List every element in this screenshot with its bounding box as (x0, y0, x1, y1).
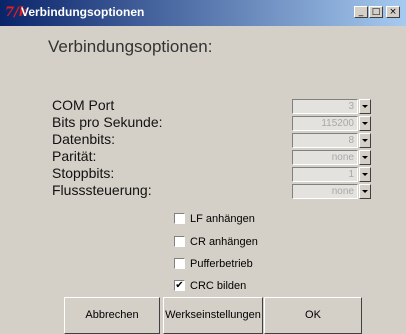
stop-bits-select[interactable]: 1 (292, 167, 372, 182)
buffer-mode-checkbox[interactable] (174, 258, 185, 269)
window-title: Verbindungsoptionen (21, 5, 145, 19)
lf-append-label[interactable]: LF anhängen (190, 212, 255, 226)
baud-rate-select[interactable]: 115200 (292, 116, 372, 131)
crc-checkbox[interactable]: ✔ (174, 280, 185, 291)
flow-control-dropdown-button[interactable] (359, 184, 371, 199)
stop-bits-value[interactable]: 1 (292, 167, 358, 182)
cr-append-checkbox[interactable] (174, 236, 185, 247)
stop-bits-dropdown-button[interactable] (359, 167, 371, 182)
chevron-down-icon (362, 139, 368, 142)
com-port-dropdown-button[interactable] (359, 99, 371, 114)
flow-control-value[interactable]: none (292, 184, 358, 199)
stop-bits-label: Stoppbits: (52, 165, 115, 181)
crc-label[interactable]: CRC bilden (190, 279, 246, 293)
cancel-button[interactable]: Abbrechen (64, 297, 160, 334)
parity-value[interactable]: none (292, 150, 358, 165)
parity-label: Parität: (52, 148, 97, 164)
chevron-down-icon (362, 122, 368, 125)
cr-append-label[interactable]: CR anhängen (190, 235, 258, 249)
title-bar[interactable]: 7/k Verbindungsoptionen _ □ × (0, 0, 406, 26)
baud-rate-dropdown-button[interactable] (359, 116, 371, 131)
chevron-down-icon (362, 156, 368, 159)
data-bits-select[interactable]: 8 (292, 133, 372, 148)
buffer-mode-label[interactable]: Pufferbetrieb (190, 257, 253, 271)
minimize-button[interactable]: _ (354, 6, 368, 18)
lf-append-checkbox[interactable] (174, 213, 185, 224)
com-port-label: COM Port (52, 97, 115, 113)
chevron-down-icon (362, 105, 368, 108)
data-bits-dropdown-button[interactable] (359, 133, 371, 148)
parity-select[interactable]: none (292, 150, 372, 165)
data-bits-label: Datenbits: (52, 131, 116, 147)
chevron-down-icon (362, 190, 368, 193)
close-button[interactable]: × (386, 6, 400, 18)
parity-dropdown-button[interactable] (359, 150, 371, 165)
baud-rate-value[interactable]: 115200 (292, 116, 358, 131)
factory-defaults-button[interactable]: Werkseinstellungen (163, 297, 263, 334)
chevron-down-icon (362, 173, 368, 176)
com-port-value[interactable]: 3 (292, 99, 358, 114)
data-bits-value[interactable]: 8 (292, 133, 358, 148)
flow-control-select[interactable]: none (292, 184, 372, 199)
com-port-select[interactable]: 3 (292, 99, 372, 114)
maximize-button[interactable]: □ (369, 6, 383, 18)
baud-rate-label: Bits pro Sekunde: (52, 114, 163, 130)
flow-control-label: Flusssteuerung: (52, 182, 152, 198)
ok-button[interactable]: OK (264, 297, 362, 334)
dialog-heading: Verbindungsoptionen: (48, 37, 213, 56)
